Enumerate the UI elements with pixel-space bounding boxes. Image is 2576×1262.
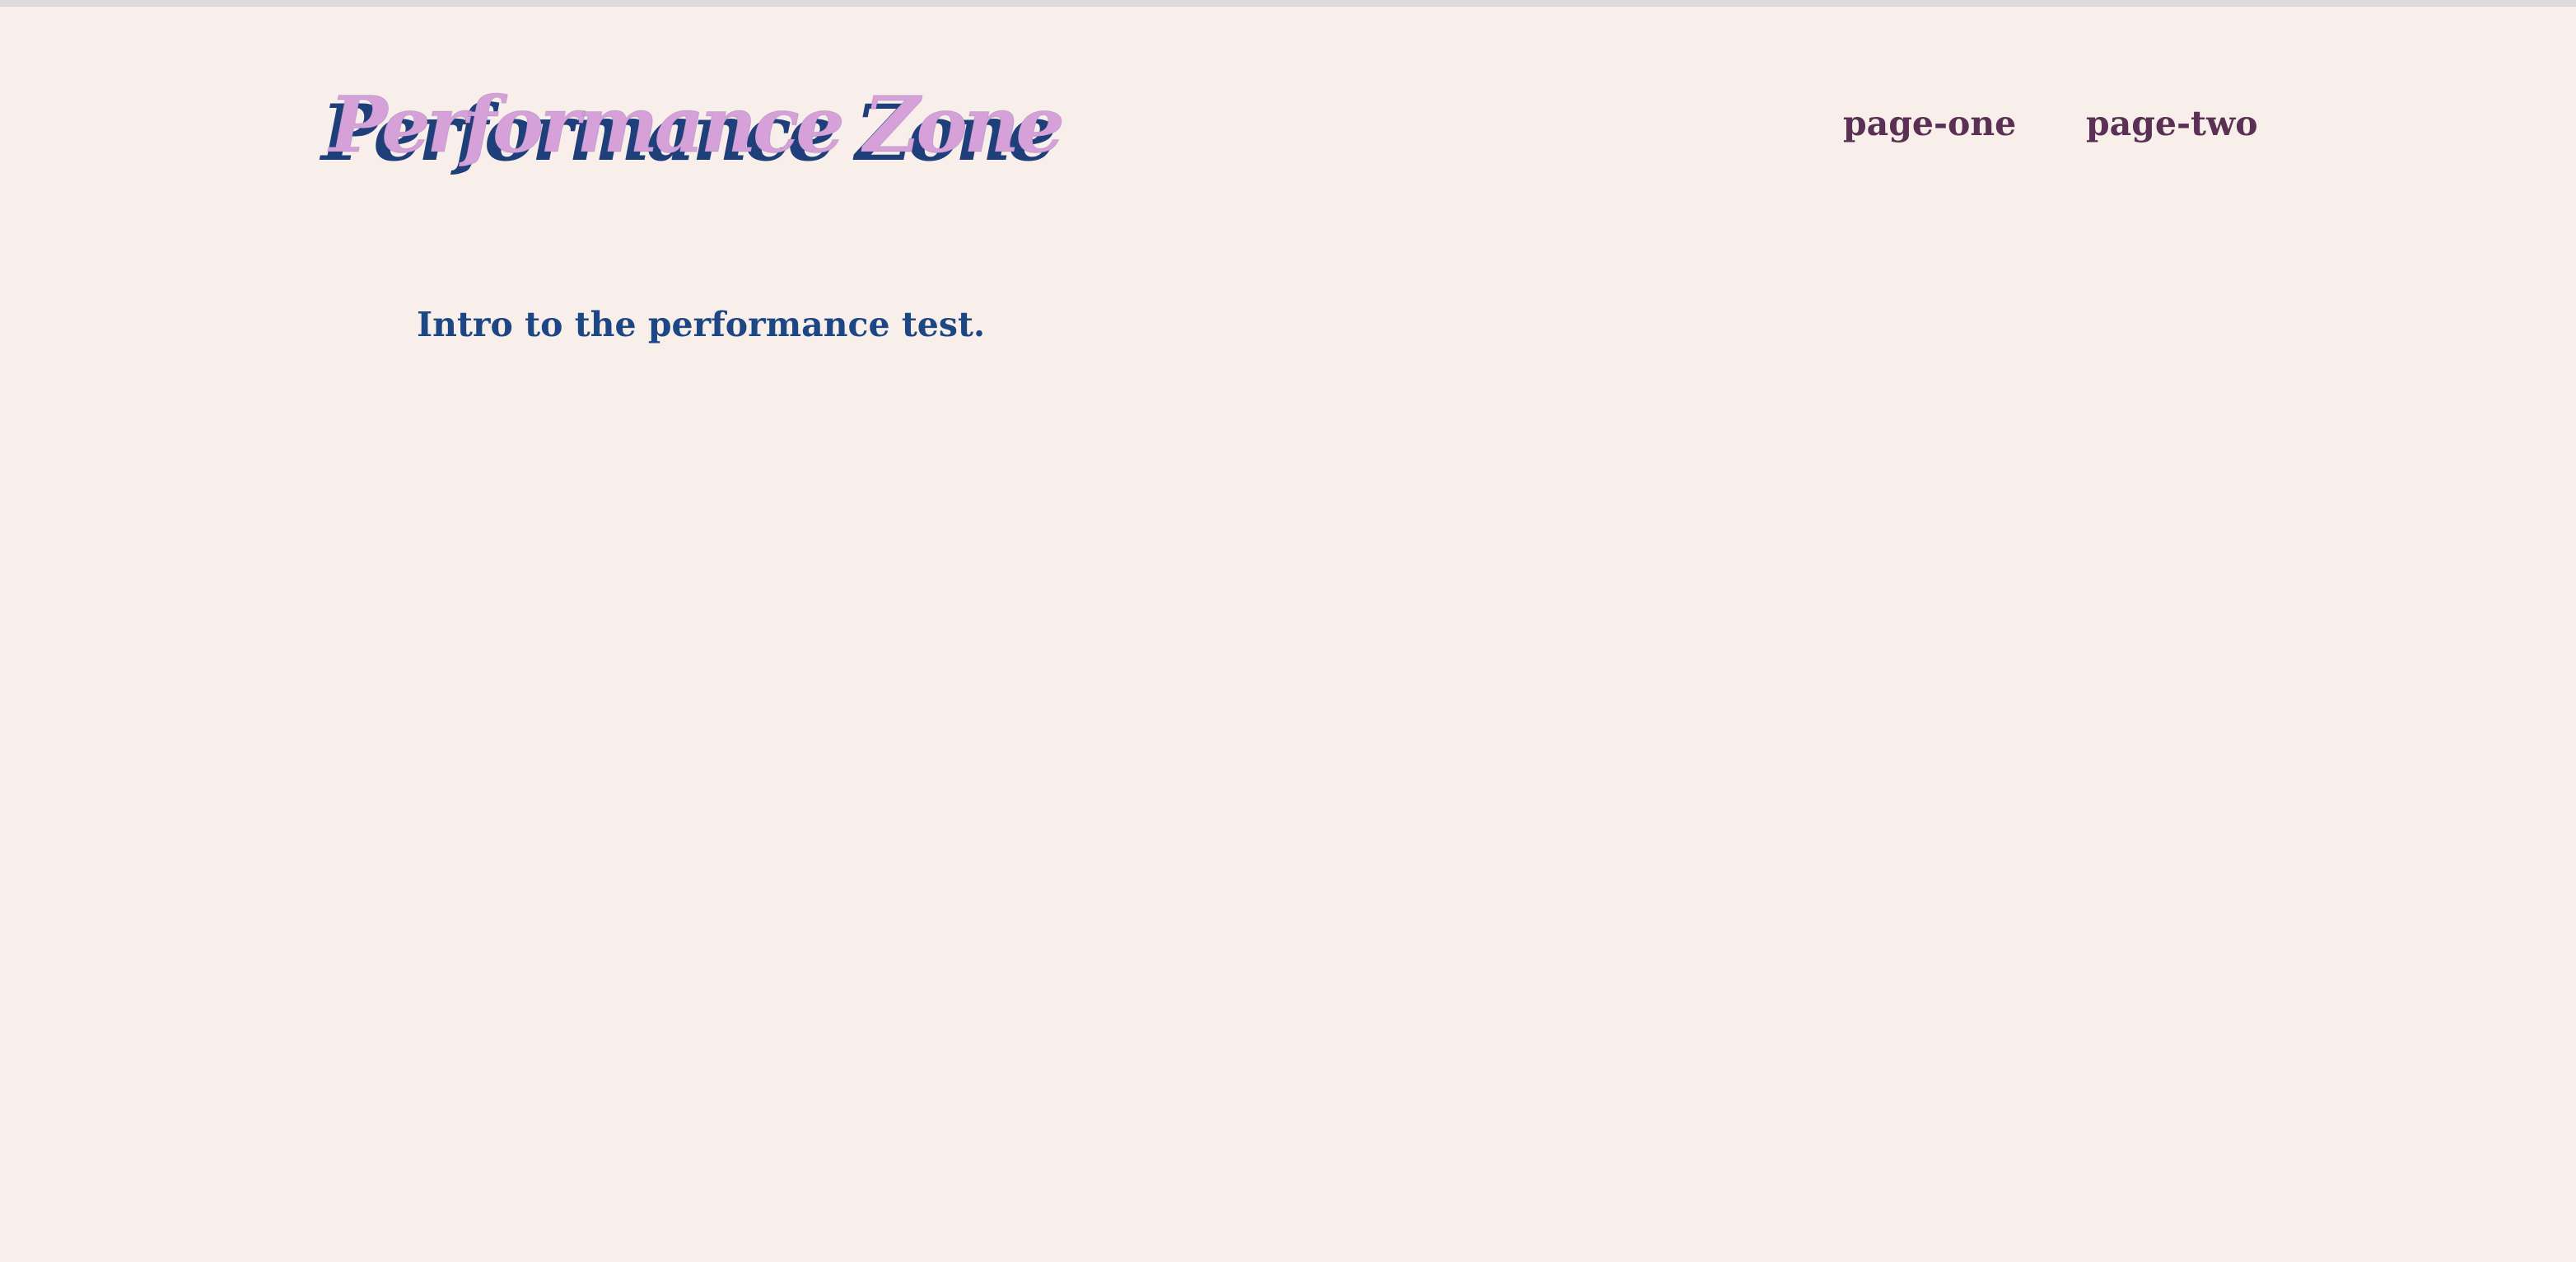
intro-text: Intro to the performance test. — [417, 305, 986, 344]
main-nav: page-one page-two — [1843, 97, 2258, 150]
site-logo[interactable]: Performance Zone Performance Zone — [321, 76, 1066, 183]
nav-link-page-two[interactable]: page-two — [2086, 97, 2258, 150]
site-header: Performance Zone Performance Zone page-o… — [0, 0, 2576, 214]
nav-link-page-one[interactable]: page-one — [1843, 97, 2016, 150]
site-title: Performance Zone — [329, 80, 1065, 171]
